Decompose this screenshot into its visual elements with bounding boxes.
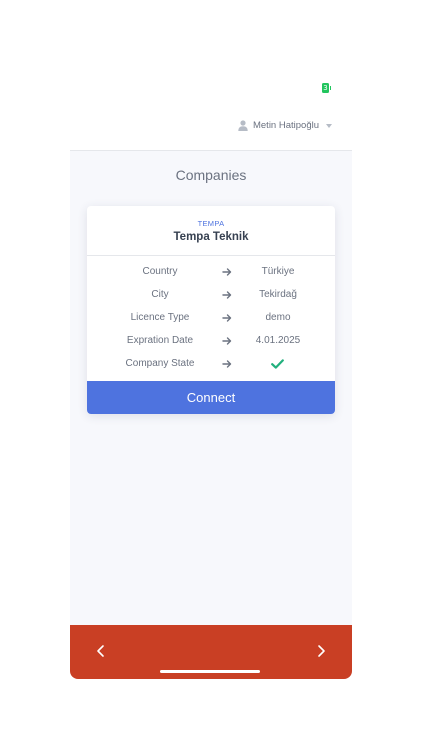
chevron-left-icon[interactable] <box>94 643 108 659</box>
arrow-right-icon <box>221 358 233 370</box>
connect-button[interactable]: Connect <box>87 381 335 414</box>
bottom-nav-bar <box>70 625 352 679</box>
info-row-licence-type: Licence Type demo <box>87 308 335 328</box>
user-menu[interactable]: Metin Hatipoğlu <box>238 120 332 131</box>
company-name: Tempa Teknik <box>173 231 249 243</box>
home-indicator <box>160 670 260 673</box>
info-value: Tekirdağ <box>259 289 297 300</box>
info-row-city: City Tekirdağ <box>87 285 335 305</box>
arrow-right-icon <box>221 289 233 301</box>
check-icon <box>271 359 284 372</box>
info-row-country: Country Türkiye <box>87 262 335 282</box>
caret-down-icon <box>326 123 332 128</box>
user-icon <box>238 120 248 131</box>
info-value: Türkiye <box>261 266 295 277</box>
info-label: Expration Date <box>126 335 194 346</box>
info-label: City <box>151 289 169 300</box>
page-title: Companies <box>175 167 247 183</box>
company-code: TEMPA <box>197 219 225 228</box>
battery-icon: 3 <box>322 83 331 93</box>
info-row-expiration-date: Expration Date 4.01.2025 <box>87 331 335 351</box>
user-name: Metin Hatipoğlu <box>252 120 319 131</box>
info-label: Licence Type <box>130 312 190 323</box>
arrow-right-icon <box>221 335 233 347</box>
chevron-right-icon[interactable] <box>314 643 328 659</box>
info-label: Company State <box>125 358 195 369</box>
info-value: 4.01.2025 <box>255 335 301 346</box>
arrow-right-icon <box>221 266 233 278</box>
company-card: TEMPA Tempa Teknik Country Türkiye City … <box>87 206 335 414</box>
arrow-right-icon <box>221 312 233 324</box>
info-row-company-state: Company State <box>87 354 335 374</box>
info-value: demo <box>265 312 291 323</box>
card-divider <box>87 255 335 256</box>
info-label: Country <box>142 266 178 277</box>
